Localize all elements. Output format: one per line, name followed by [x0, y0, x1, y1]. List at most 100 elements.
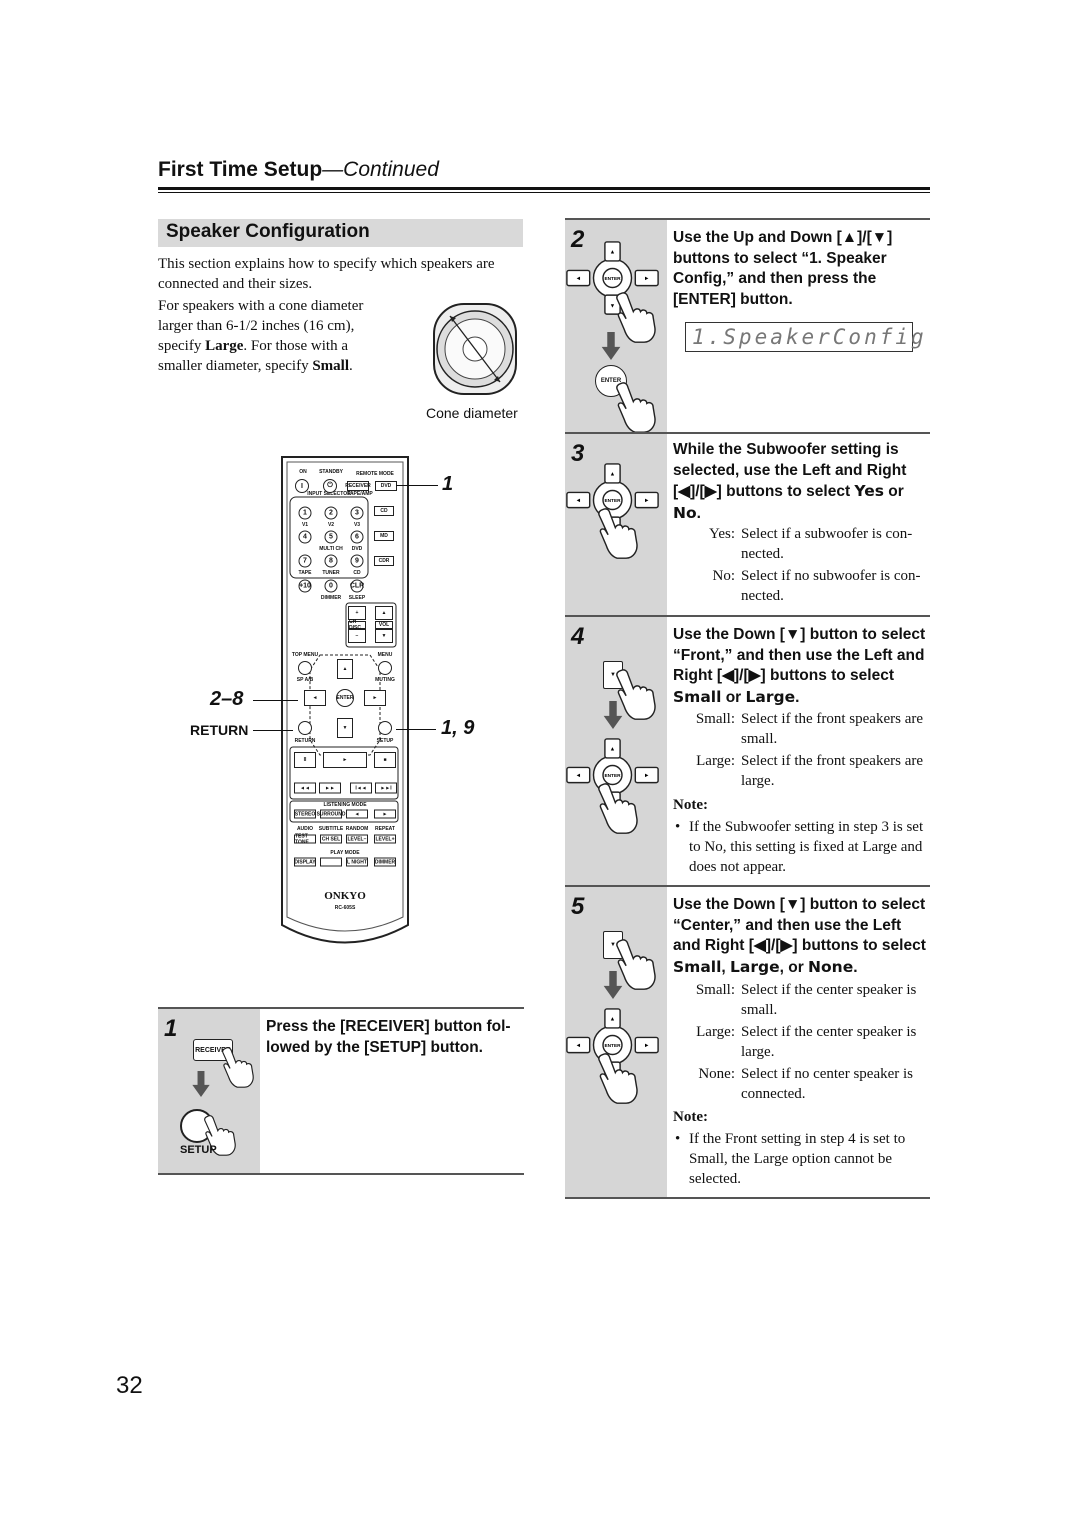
text: Use the Down [▼] button to select “Cente…: [673, 896, 926, 954]
text: ,: [721, 958, 731, 976]
step-text: Press the [RECEIVER] button fol-lowed by…: [266, 1018, 511, 1056]
callout-1-9: 1, 9: [441, 717, 475, 739]
remote-button: VOL: [375, 621, 393, 629]
remote-label: MUTING: [375, 677, 395, 683]
cone-caption: Cone diameter: [426, 405, 518, 421]
remote-button: 9: [350, 554, 364, 568]
down-arrow-icon: [601, 332, 621, 360]
remote-button: II: [294, 752, 316, 768]
term: Small:: [695, 711, 735, 727]
down-arrow-icon: [603, 701, 623, 729]
callout-return: RETURN: [190, 722, 249, 738]
bullet: •: [675, 1131, 681, 1147]
text: .: [349, 358, 353, 374]
remote-label: TUNER: [322, 570, 340, 576]
remote-button: ENTER: [336, 689, 354, 707]
remote-button: LEVEL−: [346, 834, 368, 844]
remote-label: LISTENING MODE: [323, 802, 367, 808]
remote-control: ON STANDBY REMOTE MODE TAPE/AMP INPUT SELECT…: [280, 455, 410, 955]
lcd-display: 1.SpeakerConfig: [685, 322, 924, 352]
header-title: First Time Setup: [158, 158, 323, 181]
note-text: If the Front setting in step 4 is set to…: [689, 1131, 906, 1187]
remote-button: ▼: [375, 629, 393, 643]
remote-label: PLAY MODE: [330, 850, 360, 856]
page-header: First Time Setup—Continued: [158, 158, 439, 182]
remote-button: 6: [350, 530, 364, 544]
remote-label: MENU: [377, 652, 393, 658]
section-title: Speaker Configuration: [158, 219, 523, 247]
remote-label: MULTI CH: [319, 546, 343, 552]
remote-button: DISPLAY: [294, 857, 316, 867]
note-item: • If the Subwoofer setting in step 3 is s…: [675, 817, 930, 877]
callout-line: [253, 700, 298, 701]
remote-button: 0: [324, 579, 338, 593]
down-arrow-icon: [192, 1071, 210, 1097]
remote-button: ◄: [304, 690, 326, 706]
down-arrow-icon: [603, 971, 623, 999]
remote-button: CH DISC: [348, 619, 366, 631]
intro-cone-paragraph: For speakers with a cone diameter larger…: [158, 296, 388, 376]
remote-label: RANDOM: [345, 826, 369, 832]
remote-button: 7: [298, 554, 312, 568]
remote-round-button: [298, 721, 312, 735]
desc: Select if no center speaker is connected…: [741, 1066, 914, 1102]
remote-label: DVD: [351, 546, 363, 552]
hand-icon: [595, 506, 641, 560]
remote-button: +: [348, 606, 366, 620]
remote-label: V1: [301, 522, 309, 528]
remote-button: ◄◄: [294, 782, 316, 794]
remote-button: ▼: [337, 718, 353, 738]
remote-button: ►: [323, 752, 367, 768]
remote-label: TAPE: [298, 570, 312, 576]
step-3: 3 While the Subwoofer setting is selecte…: [565, 432, 930, 617]
callout-line: [396, 485, 438, 486]
remote-button: MD: [374, 531, 394, 541]
remote-button: CH SEL: [320, 834, 342, 844]
remote-button: ◄: [346, 809, 368, 819]
note-text: If the Subwoofer setting in step 3 is se…: [689, 819, 924, 875]
text: .: [853, 958, 858, 976]
remote-button: ►: [374, 809, 396, 819]
remote-button: 5: [324, 530, 338, 544]
remote-button: DIMMER: [374, 857, 396, 867]
hand-icon: [595, 781, 641, 835]
desc: Select if the center speaker is small.: [741, 982, 917, 1018]
callout-1: 1: [442, 473, 454, 495]
remote-button: CD: [374, 506, 394, 516]
step-number: 5: [571, 893, 585, 920]
remote-button: L NIGHT: [346, 857, 368, 867]
remote-label: SLEEP: [348, 595, 366, 601]
step-number: 4: [571, 623, 585, 650]
none-option: None: [808, 957, 854, 976]
remote-button: CDR: [374, 556, 394, 566]
remote-label: CD: [353, 570, 361, 576]
term: Large:: [696, 1024, 735, 1040]
remote-label: STANDBY: [319, 469, 343, 475]
desc: Select if a subwoofer is con-nected.: [741, 526, 913, 562]
remote-button: ⏻: [323, 479, 337, 493]
large-option: Large: [745, 687, 796, 706]
step-4: 4 ▼ Use the Down [▼] button to select “F…: [565, 615, 930, 887]
onkyo-logo: ONKYO: [324, 890, 366, 902]
text: .: [696, 504, 701, 522]
yes-option: Yes: [854, 482, 884, 500]
text: .: [795, 688, 800, 706]
remote-label: V3: [353, 522, 361, 528]
hand-icon: [220, 1045, 256, 1089]
remote-round-button: [378, 721, 392, 735]
small-option: Small: [673, 957, 722, 976]
remote-button: 2: [324, 506, 338, 520]
desc: Select if the front speakers are small.: [741, 711, 923, 747]
remote-button: 3: [350, 506, 364, 520]
hand-icon: [613, 380, 659, 434]
remote-button: ■: [374, 752, 396, 768]
text: , or: [779, 958, 809, 976]
remote-label: DIMMER: [320, 595, 342, 601]
header-rule-thin: [158, 192, 930, 193]
remote-button: TEST TONE: [294, 833, 316, 845]
remote-button: LEVEL+: [374, 834, 396, 844]
callout-line: [253, 730, 293, 731]
remote-label: ON: [299, 469, 307, 475]
note-title: Note:: [673, 797, 708, 813]
remote-button: ▲: [337, 659, 353, 679]
